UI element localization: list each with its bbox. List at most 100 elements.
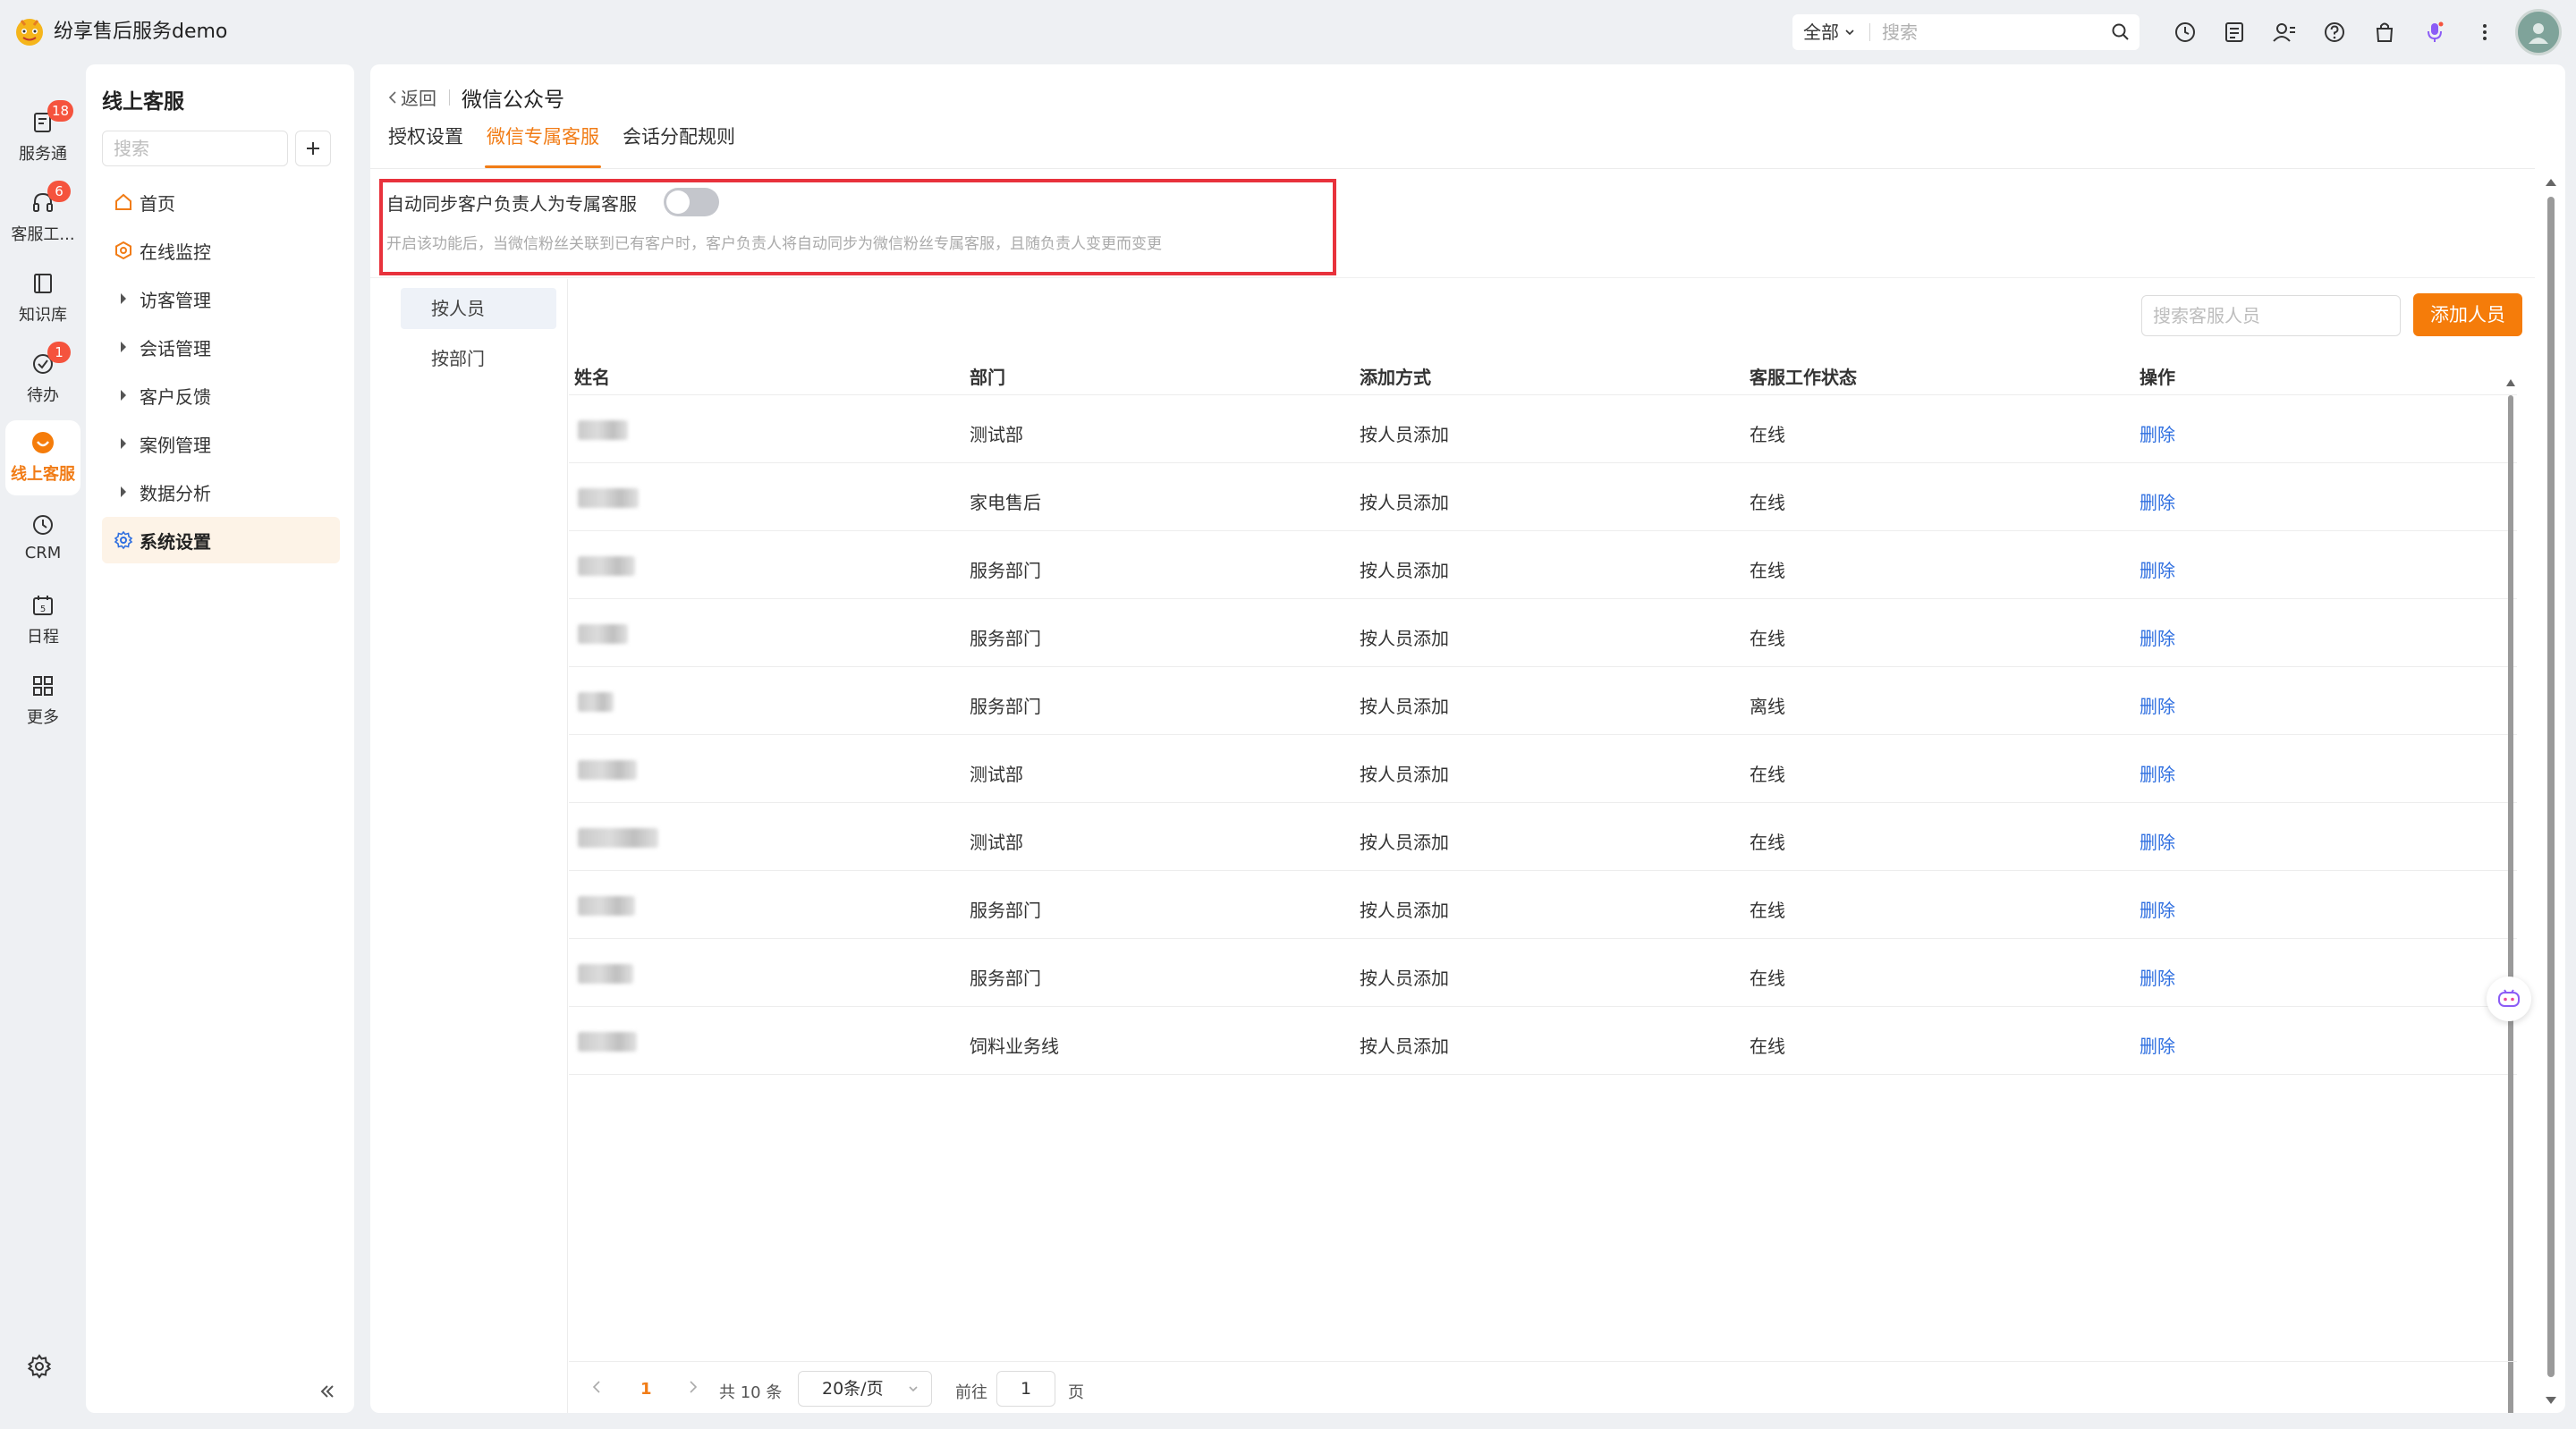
rail-item-todo[interactable]: 1 待办 <box>0 342 86 417</box>
column-header-add-method: 添加方式 <box>1360 367 1431 388</box>
cell-status: 离线 <box>1750 696 1785 717</box>
delete-link[interactable]: 删除 <box>2140 488 2175 514</box>
nav-item-home[interactable]: 首页 <box>102 181 340 224</box>
rail-item-knowledge-base[interactable]: 知识库 <box>0 261 86 336</box>
staff-search-input[interactable] <box>2141 295 2401 336</box>
add-staff-button[interactable]: 添加人员 <box>2413 293 2522 336</box>
monitor-icon <box>113 240 134 261</box>
settings-icon <box>113 529 134 551</box>
more-vertical-icon[interactable] <box>2470 18 2499 47</box>
current-page-number[interactable]: 1 <box>640 1380 652 1399</box>
user-avatar[interactable] <box>2515 9 2562 55</box>
calendar-icon: 5 <box>28 590 58 621</box>
search-scope-select[interactable]: 全部 <box>1803 14 1855 50</box>
nav-item-settings[interactable]: 系统设置 <box>102 517 340 563</box>
main-panel: 返回 微信公众号 授权设置 微信专属客服 会话分配规则 自动同步客户负责人为专属… <box>370 64 2565 1413</box>
cell-add-method: 按人员添加 <box>1360 492 1449 513</box>
notification-badge: 1 <box>47 342 71 363</box>
settings-gear-icon[interactable] <box>27 1354 59 1386</box>
delete-link[interactable]: 删除 <box>2140 420 2175 446</box>
search-scope-label: 全部 <box>1803 21 1839 43</box>
nav-item-label: 数据分析 <box>140 482 211 504</box>
delete-link[interactable]: 删除 <box>2140 896 2175 922</box>
table-row: 服务部门 按人员添加 离线 删除 <box>569 667 2517 735</box>
delete-link[interactable]: 删除 <box>2140 624 2175 650</box>
nav-item-monitor[interactable]: 在线监控 <box>102 229 340 272</box>
page-title: 微信公众号 <box>462 89 564 112</box>
nav-item-cases[interactable]: 案例管理 <box>102 422 340 465</box>
ai-assistant-icon[interactable] <box>2487 977 2531 1021</box>
home-icon <box>113 191 134 213</box>
sidetab-by-person[interactable]: 按人员 <box>401 288 556 329</box>
rail-item-crm[interactable]: CRM <box>0 503 86 578</box>
global-search-bar: 全部 <box>1792 14 2140 50</box>
rail-item-schedule[interactable]: 5 日程 <box>0 583 86 658</box>
column-header-name: 姓名 <box>574 367 610 388</box>
shopping-bag-icon[interactable] <box>2370 18 2399 47</box>
column-header-department: 部门 <box>970 367 1005 388</box>
rail-item-label: 客服工... <box>11 225 75 244</box>
service-icon: 18 <box>28 100 74 138</box>
global-search-input[interactable] <box>1880 14 2095 50</box>
cell-status: 在线 <box>1750 764 1785 785</box>
rail-item-label: CRM <box>24 544 62 562</box>
cell-status: 在线 <box>1750 424 1785 445</box>
delete-link[interactable]: 删除 <box>2140 556 2175 582</box>
search-icon[interactable] <box>2111 22 2131 42</box>
rail-item-label: 服务通 <box>19 145 67 164</box>
goto-page-input[interactable]: 1 <box>996 1371 1055 1407</box>
notification-badge: 6 <box>47 181 71 202</box>
nav-item-visitor[interactable]: 访客管理 <box>102 277 340 320</box>
page-size-select[interactable]: 20条/页 <box>798 1371 932 1407</box>
help-icon[interactable] <box>2320 18 2349 47</box>
nav-item-label: 案例管理 <box>140 434 211 456</box>
table-row: 服务部门 按人员添加 在线 删除 <box>569 531 2517 599</box>
tab-wechat-exclusive-service[interactable]: 微信专属客服 <box>485 128 601 168</box>
page-scrollbar[interactable] <box>2538 170 2563 1413</box>
sync-toggle-switch[interactable] <box>664 188 719 216</box>
divider <box>370 168 2535 169</box>
rail-item-label: 知识库 <box>19 306 67 325</box>
tab-session-rules[interactable]: 会话分配规则 <box>621 128 737 168</box>
delete-link[interactable]: 删除 <box>2140 1032 2175 1058</box>
rail-item-customer-service[interactable]: 6 客服工... <box>0 181 86 256</box>
grid-icon <box>28 671 58 701</box>
notebook-icon[interactable] <box>2220 18 2249 47</box>
next-page-button[interactable] <box>689 1380 698 1394</box>
collapse-chevrons-icon[interactable] <box>317 1381 338 1402</box>
history-clock-icon[interactable] <box>2171 18 2199 47</box>
goto-suffix: 页 <box>1068 1383 1084 1402</box>
prev-page-button[interactable] <box>592 1380 601 1394</box>
table-scrollbar[interactable] <box>2501 374 2521 1413</box>
voice-assistant-icon[interactable] <box>2420 18 2449 47</box>
delete-link[interactable]: 删除 <box>2140 964 2175 990</box>
column-header-status: 客服工作状态 <box>1750 367 1857 388</box>
add-button[interactable] <box>295 131 331 166</box>
nav-item-feedback[interactable]: 客户反馈 <box>102 374 340 417</box>
cell-add-method: 按人员添加 <box>1360 1036 1449 1057</box>
table-row: 饲料业务线 按人员添加 在线 删除 <box>569 1007 2517 1075</box>
nav-item-label: 客户反馈 <box>140 385 211 408</box>
cell-status: 在线 <box>1750 832 1785 853</box>
rail-item-online-service[interactable]: 线上客服 <box>5 420 80 495</box>
nav-item-analytics[interactable]: 数据分析 <box>102 470 340 513</box>
contacts-icon[interactable] <box>2270 18 2299 47</box>
headset-icon: 6 <box>28 181 71 218</box>
delete-link[interactable]: 删除 <box>2140 692 2175 718</box>
cell-name-redacted <box>578 488 639 508</box>
delete-link[interactable]: 删除 <box>2140 828 2175 854</box>
sidetab-by-department[interactable]: 按部门 <box>401 338 556 379</box>
delete-link[interactable]: 删除 <box>2140 760 2175 786</box>
app-rail: 18 服务通 6 客服工... 知识库 1 待办 线上客服 CRM 5 日程 更… <box>0 64 86 1429</box>
table-row: 家电售后 按人员添加 在线 删除 <box>569 463 2517 531</box>
book-icon <box>28 268 58 299</box>
tab-authorization[interactable]: 授权设置 <box>386 128 465 168</box>
cell-add-method: 按人员添加 <box>1360 560 1449 581</box>
cell-status: 在线 <box>1750 492 1785 513</box>
rail-item-more[interactable]: 更多 <box>0 664 86 739</box>
nav-item-session[interactable]: 会话管理 <box>102 326 340 368</box>
subnav-search-input[interactable] <box>102 131 288 166</box>
rail-item-service[interactable]: 18 服务通 <box>0 100 86 175</box>
back-link[interactable]: 返回 <box>388 84 436 110</box>
table-row: 测试部 按人员添加 在线 删除 <box>569 735 2517 803</box>
